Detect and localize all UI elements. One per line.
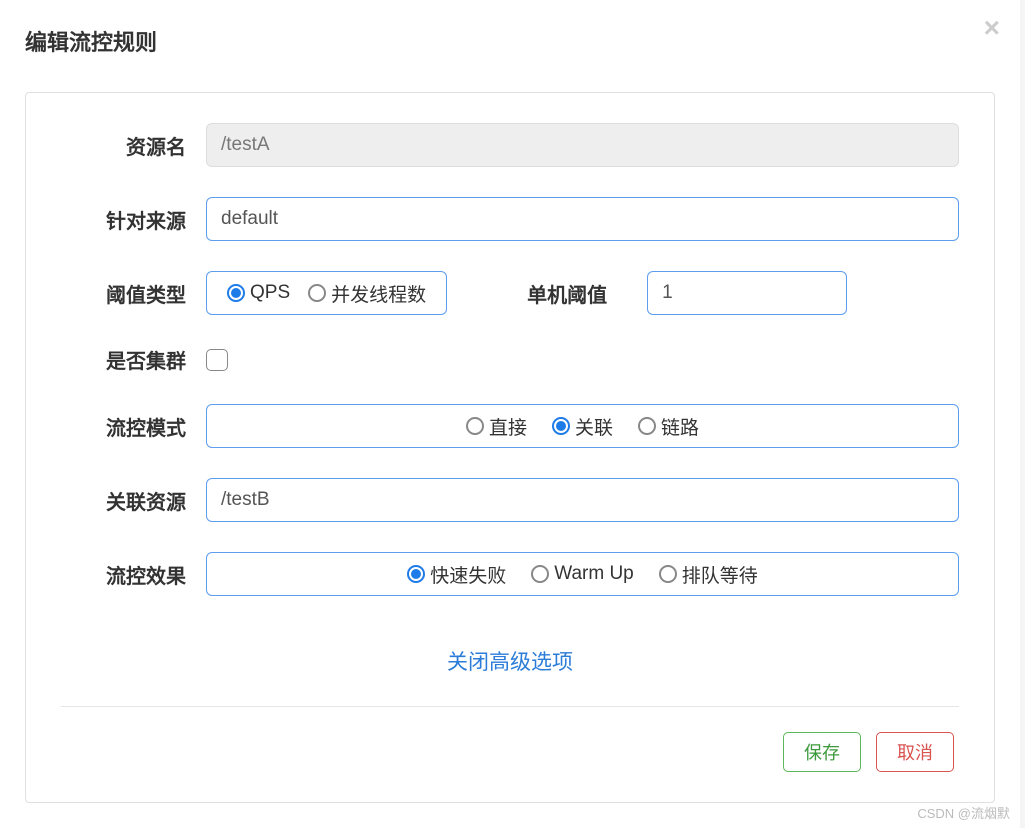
- related-resource-row: 关联资源: [61, 478, 959, 522]
- threshold-type-label: 阈值类型: [61, 279, 206, 308]
- cluster-label: 是否集群: [61, 345, 206, 374]
- modal-footer: 保存 取消: [61, 732, 959, 772]
- threshold-qps-radio[interactable]: QPS: [227, 282, 290, 304]
- cluster-row: 是否集群: [61, 345, 959, 374]
- flow-mode-relate-label: 关联: [575, 413, 613, 440]
- radio-unchecked-icon: [638, 417, 656, 435]
- radio-checked-icon: [552, 417, 570, 435]
- single-threshold-input[interactable]: [647, 271, 847, 315]
- threshold-type-radio-group: QPS 并发线程数: [206, 271, 447, 315]
- resource-name-row: 资源名: [61, 123, 959, 167]
- modal-header: 编辑流控规则 ×: [0, 0, 1020, 77]
- flow-effect-queue-radio[interactable]: 排队等待: [659, 561, 758, 588]
- flow-effect-warmup-label: Warm Up: [554, 563, 634, 585]
- threshold-thread-label: 并发线程数: [331, 280, 426, 307]
- related-resource-input[interactable]: [206, 478, 959, 522]
- close-icon[interactable]: ×: [984, 12, 1000, 44]
- flow-effect-warmup-radio[interactable]: Warm Up: [531, 563, 634, 585]
- threshold-thread-radio[interactable]: 并发线程数: [308, 280, 426, 307]
- radio-checked-icon: [227, 284, 245, 302]
- flow-mode-radio-group: 直接 关联 链路: [206, 404, 959, 448]
- flow-effect-fastfail-radio[interactable]: 快速失败: [407, 561, 506, 588]
- radio-unchecked-icon: [308, 284, 326, 302]
- watermark: CSDN @流烟默: [917, 803, 1010, 822]
- source-row: 针对来源: [61, 197, 959, 241]
- advanced-toggle-link[interactable]: 关闭高级选项: [447, 651, 573, 674]
- resource-name-input: [206, 123, 959, 167]
- source-label: 针对来源: [61, 205, 206, 234]
- flow-effect-radio-group: 快速失败 Warm Up 排队等待: [206, 552, 959, 596]
- flow-mode-relate-radio[interactable]: 关联: [552, 413, 613, 440]
- edit-flow-rule-modal: 编辑流控规则 × 资源名 针对来源 阈值类型 QPS: [0, 0, 1020, 828]
- threshold-row: 阈值类型 QPS 并发线程数 单机阈值: [61, 271, 959, 315]
- flow-mode-direct-label: 直接: [489, 413, 527, 440]
- advanced-toggle-wrap: 关闭高级选项: [61, 646, 959, 676]
- modal-body: 资源名 针对来源 阈值类型 QPS 并发线程数: [25, 92, 995, 803]
- flow-effect-label: 流控效果: [61, 560, 206, 589]
- radio-checked-icon: [407, 565, 425, 583]
- cluster-checkbox[interactable]: [206, 349, 228, 371]
- flow-mode-chain-label: 链路: [661, 413, 699, 440]
- radio-unchecked-icon: [659, 565, 677, 583]
- single-threshold-label: 单机阈值: [527, 279, 607, 308]
- modal-title: 编辑流控规则: [25, 25, 995, 57]
- flow-effect-row: 流控效果 快速失败 Warm Up 排队等待: [61, 552, 959, 596]
- flow-effect-fastfail-label: 快速失败: [430, 561, 506, 588]
- cancel-button[interactable]: 取消: [876, 732, 954, 772]
- flow-mode-row: 流控模式 直接 关联 链路: [61, 404, 959, 448]
- flow-mode-label: 流控模式: [61, 412, 206, 441]
- threshold-qps-label: QPS: [250, 282, 290, 304]
- related-resource-label: 关联资源: [61, 486, 206, 515]
- flow-effect-queue-label: 排队等待: [682, 561, 758, 588]
- radio-unchecked-icon: [531, 565, 549, 583]
- save-button[interactable]: 保存: [783, 732, 861, 772]
- flow-mode-chain-radio[interactable]: 链路: [638, 413, 699, 440]
- divider: [61, 706, 959, 707]
- resource-name-label: 资源名: [61, 131, 206, 160]
- source-input[interactable]: [206, 197, 959, 241]
- flow-mode-direct-radio[interactable]: 直接: [466, 413, 527, 440]
- radio-unchecked-icon: [466, 417, 484, 435]
